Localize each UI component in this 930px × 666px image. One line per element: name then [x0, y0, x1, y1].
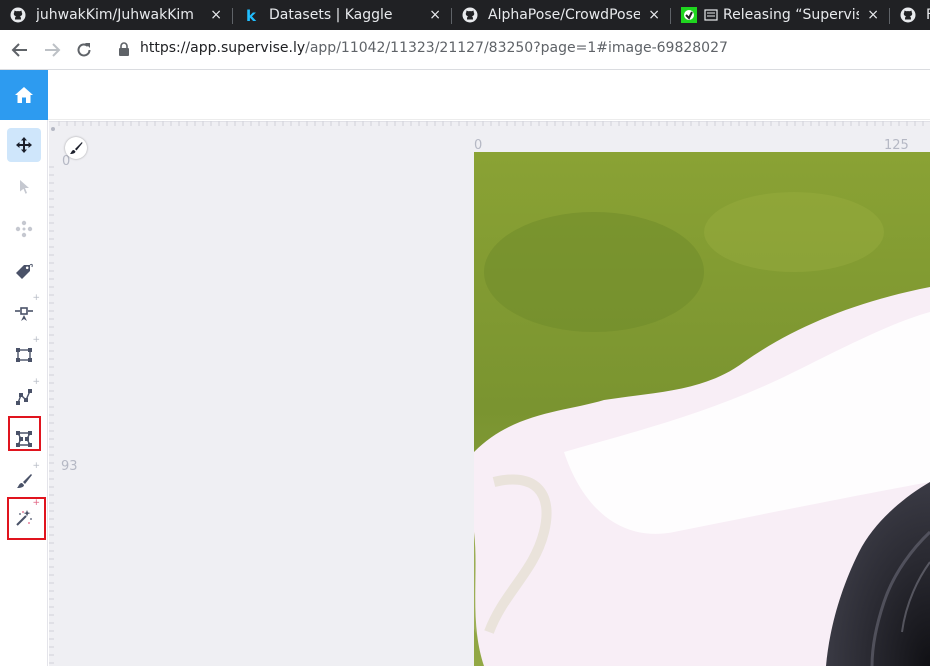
move-arrows-icon [16, 137, 32, 153]
address-bar[interactable]: https://app.supervise.ly/app/11042/11323… [140, 40, 728, 56]
rectangle-tool-button[interactable]: + [7, 335, 41, 372]
ruler-top-label: 125 [884, 138, 909, 153]
ruler-left-label: 93 [61, 459, 78, 474]
four-way-dots-icon [15, 220, 33, 238]
url-host: https://app.supervise.ly [140, 40, 306, 56]
forward-button[interactable] [40, 38, 64, 62]
plus-icon: + [32, 377, 40, 387]
tab-title: juhwakKim/JuhwakKim [36, 7, 194, 23]
annotated-image [474, 152, 930, 666]
tab-close-icon[interactable]: × [867, 7, 879, 23]
browser-tab[interactable]: AlphaPose/CrowdPose × [452, 0, 670, 30]
pan-tool-button[interactable] [7, 128, 41, 162]
annotation-canvas[interactable]: 0 93 0 125 [49, 121, 930, 666]
tag-tool-button[interactable] [7, 254, 41, 288]
tab-close-icon[interactable]: × [429, 7, 441, 23]
home-button[interactable] [0, 70, 48, 120]
supervisely-icon [681, 7, 699, 23]
point-icon [15, 307, 33, 321]
tab-title: AlphaPose/CrowdPose [488, 7, 641, 23]
back-arrow-icon [11, 43, 27, 57]
brush-icon [17, 474, 32, 488]
plus-icon: + [32, 461, 40, 471]
kaggle-icon: k [243, 7, 259, 23]
browser-toolbar: https://app.supervise.ly/app/11042/11323… [0, 30, 930, 70]
home-icon [15, 87, 33, 103]
highlight-box-smart-tool [7, 497, 46, 540]
drag-tool-button[interactable] [7, 212, 41, 246]
reload-icon [77, 43, 91, 57]
browser-tab[interactable]: Releasing “Supervise × [671, 0, 889, 30]
polyline-tool-button[interactable]: + [7, 377, 41, 414]
cursor-icon [20, 180, 29, 194]
tab-close-icon[interactable]: × [210, 7, 222, 23]
browser-tab[interactable]: F [890, 0, 930, 30]
tab-close-icon[interactable]: × [648, 7, 660, 23]
select-tool-button[interactable] [7, 170, 41, 204]
browser-tab[interactable]: k Datasets | Kaggle × [233, 0, 451, 30]
back-button[interactable] [8, 38, 32, 62]
point-tool-button[interactable]: + [7, 293, 41, 330]
ruler-top-label: 0 [474, 138, 483, 153]
reload-button[interactable] [72, 38, 96, 62]
plus-icon: + [32, 335, 40, 345]
brush-mode-button[interactable] [65, 137, 87, 159]
tab-title: F [926, 7, 930, 23]
plus-icon: + [32, 293, 40, 303]
browser-tab[interactable]: juhwakKim/JuhwakKim × [0, 0, 232, 30]
tag-icon [16, 263, 33, 279]
ruler-top [49, 121, 930, 131]
highlight-box-polygon [8, 416, 41, 451]
svg-text:k: k [246, 7, 257, 23]
github-icon [900, 7, 916, 23]
rectangle-icon [16, 348, 32, 362]
ruler-left [49, 166, 54, 664]
tool-sidebar: + + + + + [0, 120, 48, 666]
browser-tab-strip: juhwakKim/JuhwakKim × k Datasets | Kaggl… [0, 0, 930, 30]
lock-icon [119, 42, 129, 56]
brush-tool-button[interactable]: + [7, 461, 41, 498]
github-icon [462, 7, 478, 23]
newspaper-icon [703, 7, 719, 23]
polyline-icon [16, 389, 32, 405]
forward-arrow-icon [45, 43, 61, 57]
url-path: /app/11042/11323/21127/83250?page=1#imag… [305, 40, 728, 56]
tab-title: Releasing “Supervise [723, 7, 860, 23]
tab-title: Datasets | Kaggle [269, 7, 393, 23]
app-header [48, 70, 930, 120]
brush-icon [70, 142, 83, 154]
github-icon [10, 7, 26, 23]
